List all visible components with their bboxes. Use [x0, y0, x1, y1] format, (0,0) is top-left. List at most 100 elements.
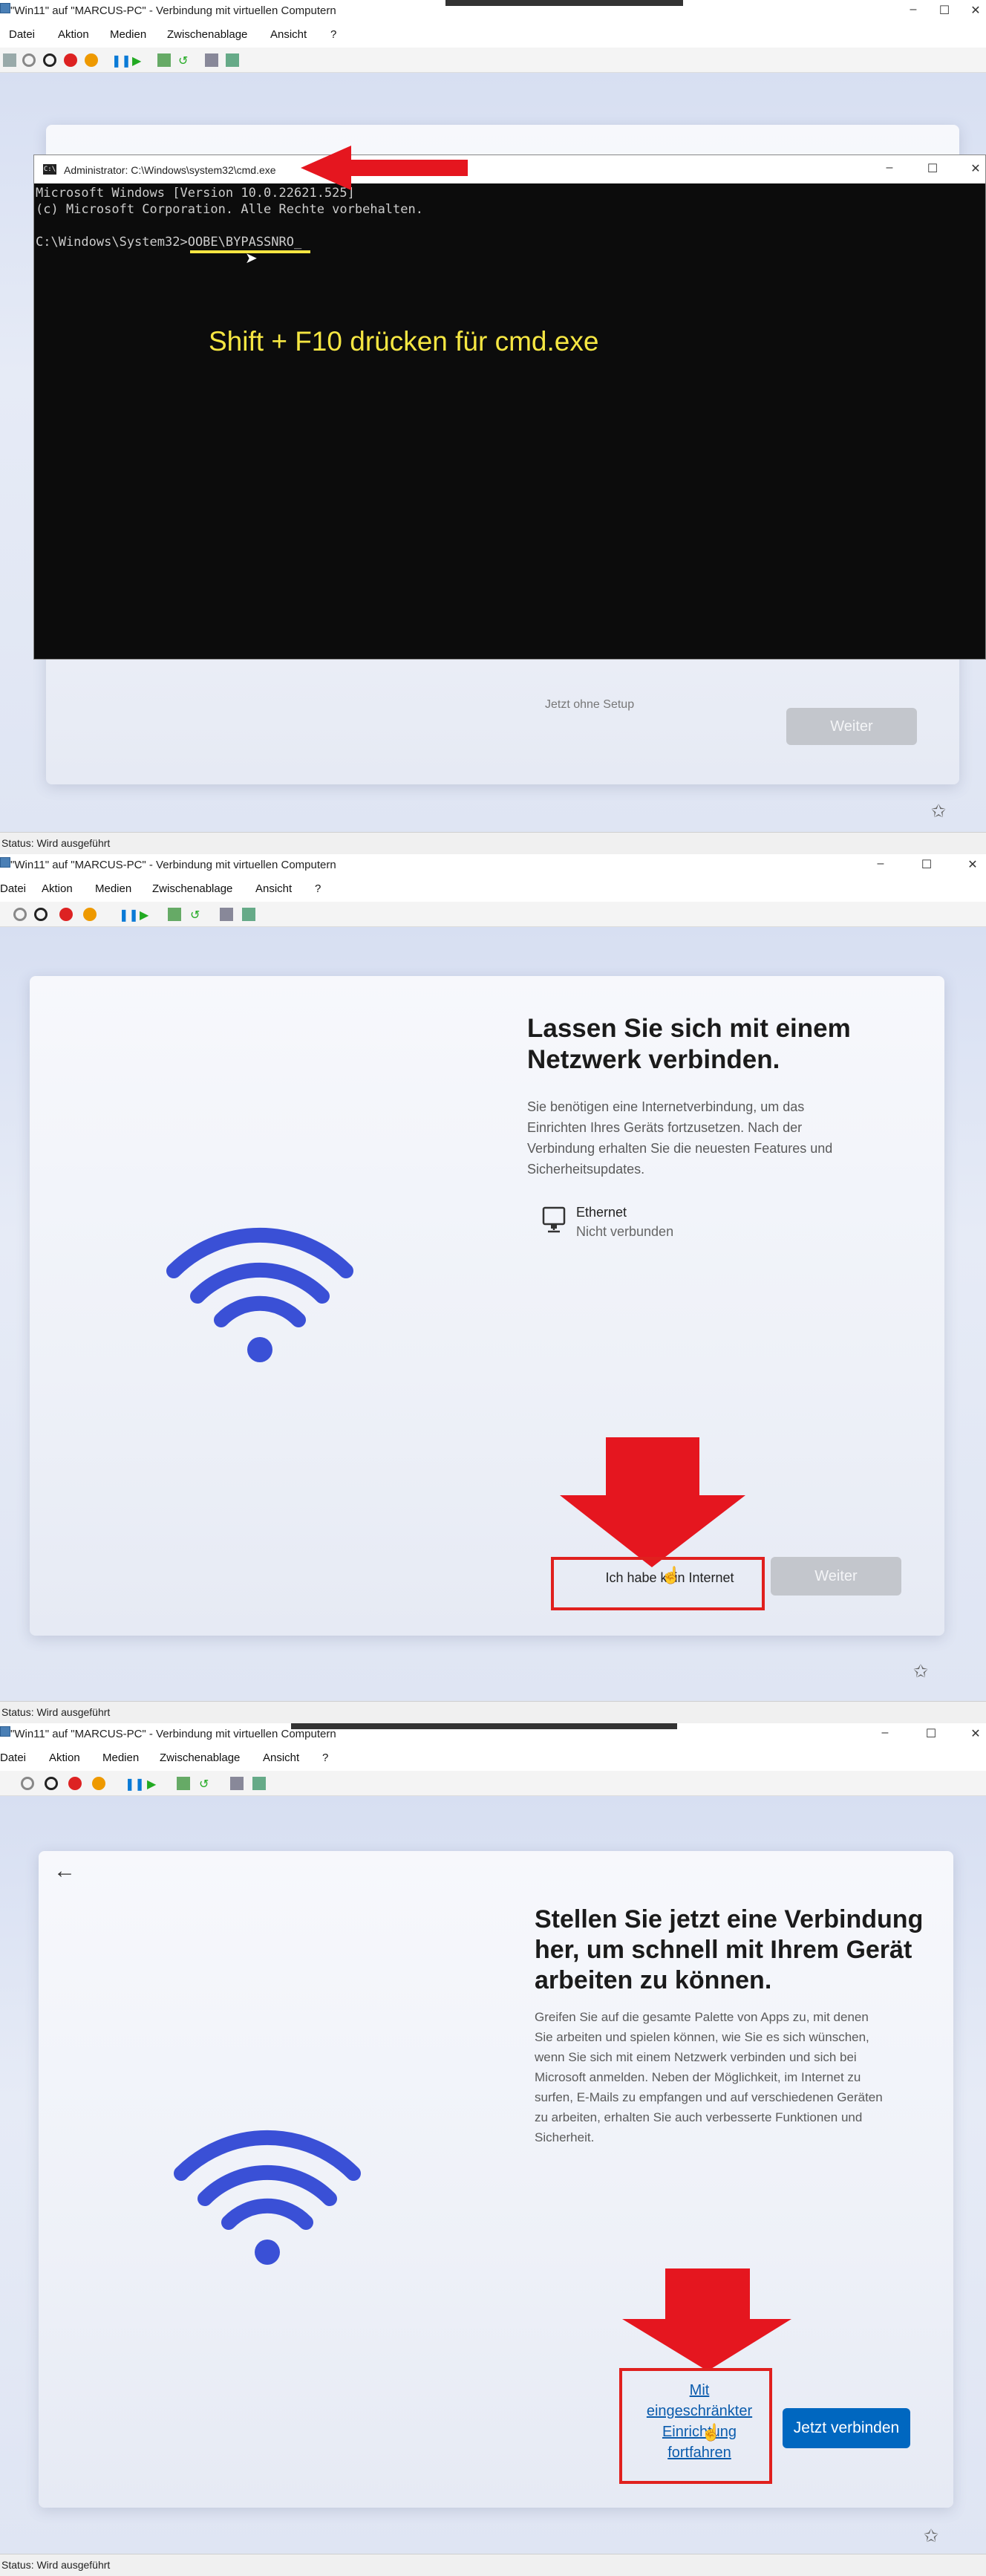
menu-ansicht[interactable]: Ansicht	[255, 882, 292, 895]
save-state-icon[interactable]	[92, 1777, 105, 1790]
turn-off-icon[interactable]	[45, 1777, 58, 1790]
maximize-button[interactable]: ☐	[936, 3, 953, 19]
start-icon[interactable]	[13, 908, 27, 921]
enhanced-session-icon[interactable]	[230, 1777, 244, 1790]
next-button[interactable]: Weiter	[786, 708, 917, 745]
red-arrow-left	[301, 146, 468, 190]
menu-aktion[interactable]: Aktion	[49, 1752, 80, 1764]
turn-off-icon[interactable]	[43, 53, 56, 67]
resume-icon[interactable]: ▶	[147, 1777, 160, 1791]
network-name: Ethernet	[576, 1205, 627, 1220]
checkpoint-icon[interactable]	[168, 908, 181, 921]
mouse-cursor-icon: ☝	[661, 1566, 682, 1584]
shutdown-icon[interactable]	[64, 53, 77, 67]
pause-icon[interactable]: ❚❚	[125, 1777, 145, 1791]
menu-help[interactable]: ?	[330, 28, 336, 41]
accessibility-icon[interactable]: ✩	[924, 2525, 938, 2547]
oobe-card: Lassen Sie sich mit einem Netzwerk verbi…	[30, 976, 944, 1636]
cmd-titlebar: C:\ Administrator: C:\Windows\system32\c…	[34, 155, 985, 183]
pause-icon[interactable]: ❚❚	[111, 53, 131, 68]
connect-now-button[interactable]: Jetzt verbinden	[783, 2408, 910, 2448]
accessibility-icon[interactable]: ✩	[931, 801, 946, 822]
close-button[interactable]: ✕	[967, 1726, 985, 1743]
window-title: "Win11" auf "MARCUS-PC" - Verbindung mit…	[10, 1728, 336, 1740]
menu-help[interactable]: ?	[322, 1752, 328, 1764]
menu-ansicht[interactable]: Ansicht	[263, 1752, 299, 1764]
cmd-maximize-button[interactable]: ☐	[924, 161, 941, 178]
next-button[interactable]: Weiter	[771, 1557, 901, 1596]
minimize-button[interactable]: –	[904, 3, 922, 19]
menu-medien[interactable]: Medien	[102, 1752, 139, 1764]
status-text: Status: Wird ausgeführt	[1, 837, 111, 849]
menu-medien[interactable]: Medien	[95, 882, 131, 895]
save-state-icon[interactable]	[83, 908, 97, 921]
revert-icon[interactable]: ↺	[178, 53, 192, 68]
menu-datei[interactable]: Datei	[0, 1752, 26, 1764]
menu-bar: Datei Aktion Medien Zwischenablage Ansic…	[0, 22, 986, 48]
menu-ansicht[interactable]: Ansicht	[270, 28, 307, 41]
page-title-line: Stellen Sie jetzt eine Verbindung	[535, 1905, 924, 1933]
checkpoint-icon[interactable]	[157, 53, 171, 67]
resume-icon[interactable]: ▶	[132, 53, 146, 68]
network-item-ethernet[interactable]: Ethernet Nicht verbunden	[542, 1205, 720, 1246]
close-button[interactable]: ✕	[964, 857, 982, 874]
minimize-button[interactable]: –	[876, 1726, 894, 1743]
enhanced-session-icon[interactable]	[220, 908, 233, 921]
revert-icon[interactable]: ↺	[199, 1777, 212, 1791]
description-line: Sicherheit.	[535, 2130, 595, 2144]
share-icon[interactable]	[252, 1777, 266, 1790]
menu-aktion[interactable]: Aktion	[42, 882, 73, 895]
next-button-label: Weiter	[830, 718, 873, 735]
cmd-title: Administrator: C:\Windows\system32\cmd.e…	[64, 164, 276, 176]
top-edge-bar	[445, 0, 683, 6]
menu-zwischenablage[interactable]: Zwischenablage	[152, 882, 232, 895]
revert-icon[interactable]: ↺	[190, 908, 203, 922]
ctrl-alt-del-icon[interactable]	[3, 53, 16, 67]
page-title-line: Lassen Sie sich mit einem	[527, 1014, 851, 1043]
vm-window-3: "Win11" auf "MARCUS-PC" - Verbindung mit…	[0, 1723, 986, 2576]
vm-app-icon	[0, 3, 10, 13]
share-icon[interactable]	[226, 53, 239, 67]
cmd-minimize-button[interactable]: –	[881, 161, 898, 178]
menu-datei[interactable]: Datei	[9, 28, 35, 41]
shutdown-icon[interactable]	[59, 908, 73, 921]
back-arrow-icon[interactable]: ←	[53, 1858, 76, 1884]
highlight-box	[619, 2368, 772, 2484]
cmd-command: OOBE\BYPASSNRO	[187, 235, 294, 250]
turn-off-icon[interactable]	[34, 908, 48, 921]
page-title-line: her, um schnell mit Ihrem Gerät	[535, 1936, 912, 1964]
maximize-button[interactable]: ☐	[922, 1726, 940, 1743]
cmd-close-button[interactable]: ✕	[967, 161, 985, 178]
cmd-prompt-line[interactable]: C:\Windows\System32>OOBE\BYPASSNRO_	[36, 234, 423, 250]
minimize-button[interactable]: –	[872, 857, 889, 874]
enhanced-session-icon[interactable]	[205, 53, 218, 67]
shutdown-icon[interactable]	[68, 1777, 82, 1790]
menu-datei[interactable]: Datei	[0, 882, 26, 895]
toolbar: ❚❚ ▶ ↺	[0, 902, 986, 927]
status-text: Status: Wird ausgeführt	[1, 2559, 111, 2571]
description-line: Sie arbeiten und spielen können, wie Sie…	[535, 2030, 869, 2044]
cmd-line: (c) Microsoft Corporation. Alle Rechte v…	[36, 202, 423, 217]
menu-aktion[interactable]: Aktion	[58, 28, 89, 41]
share-icon[interactable]	[242, 908, 255, 921]
start-icon[interactable]	[21, 1777, 34, 1790]
mouse-cursor-icon: ➤	[245, 250, 258, 267]
menu-bar: Datei Aktion Medien Zwischenablage Ansic…	[0, 1746, 986, 1771]
page-title: Lassen Sie sich mit einem Netzwerk verbi…	[527, 1013, 851, 1076]
maximize-button[interactable]: ☐	[918, 857, 936, 874]
menu-zwischenablage[interactable]: Zwischenablage	[160, 1752, 240, 1764]
accessibility-icon[interactable]: ✩	[913, 1661, 928, 1682]
menu-medien[interactable]: Medien	[110, 28, 146, 41]
resume-icon[interactable]: ▶	[140, 908, 153, 922]
oobe-card: ← Stellen Sie jetzt eine Verbindung her,…	[39, 1851, 953, 2508]
menu-zwischenablage[interactable]: Zwischenablage	[167, 28, 247, 41]
save-state-icon[interactable]	[85, 53, 98, 67]
checkpoint-icon[interactable]	[177, 1777, 190, 1790]
description-line: Sicherheitsupdates.	[527, 1162, 645, 1177]
menu-bar: Datei Aktion Medien Zwischenablage Ansic…	[0, 876, 986, 902]
description-line: Microsoft anmelden. Neben der Möglichkei…	[535, 2070, 861, 2084]
pause-icon[interactable]: ❚❚	[119, 908, 139, 922]
start-icon[interactable]	[22, 53, 36, 67]
menu-help[interactable]: ?	[315, 882, 321, 895]
close-button[interactable]: ✕	[967, 3, 985, 19]
